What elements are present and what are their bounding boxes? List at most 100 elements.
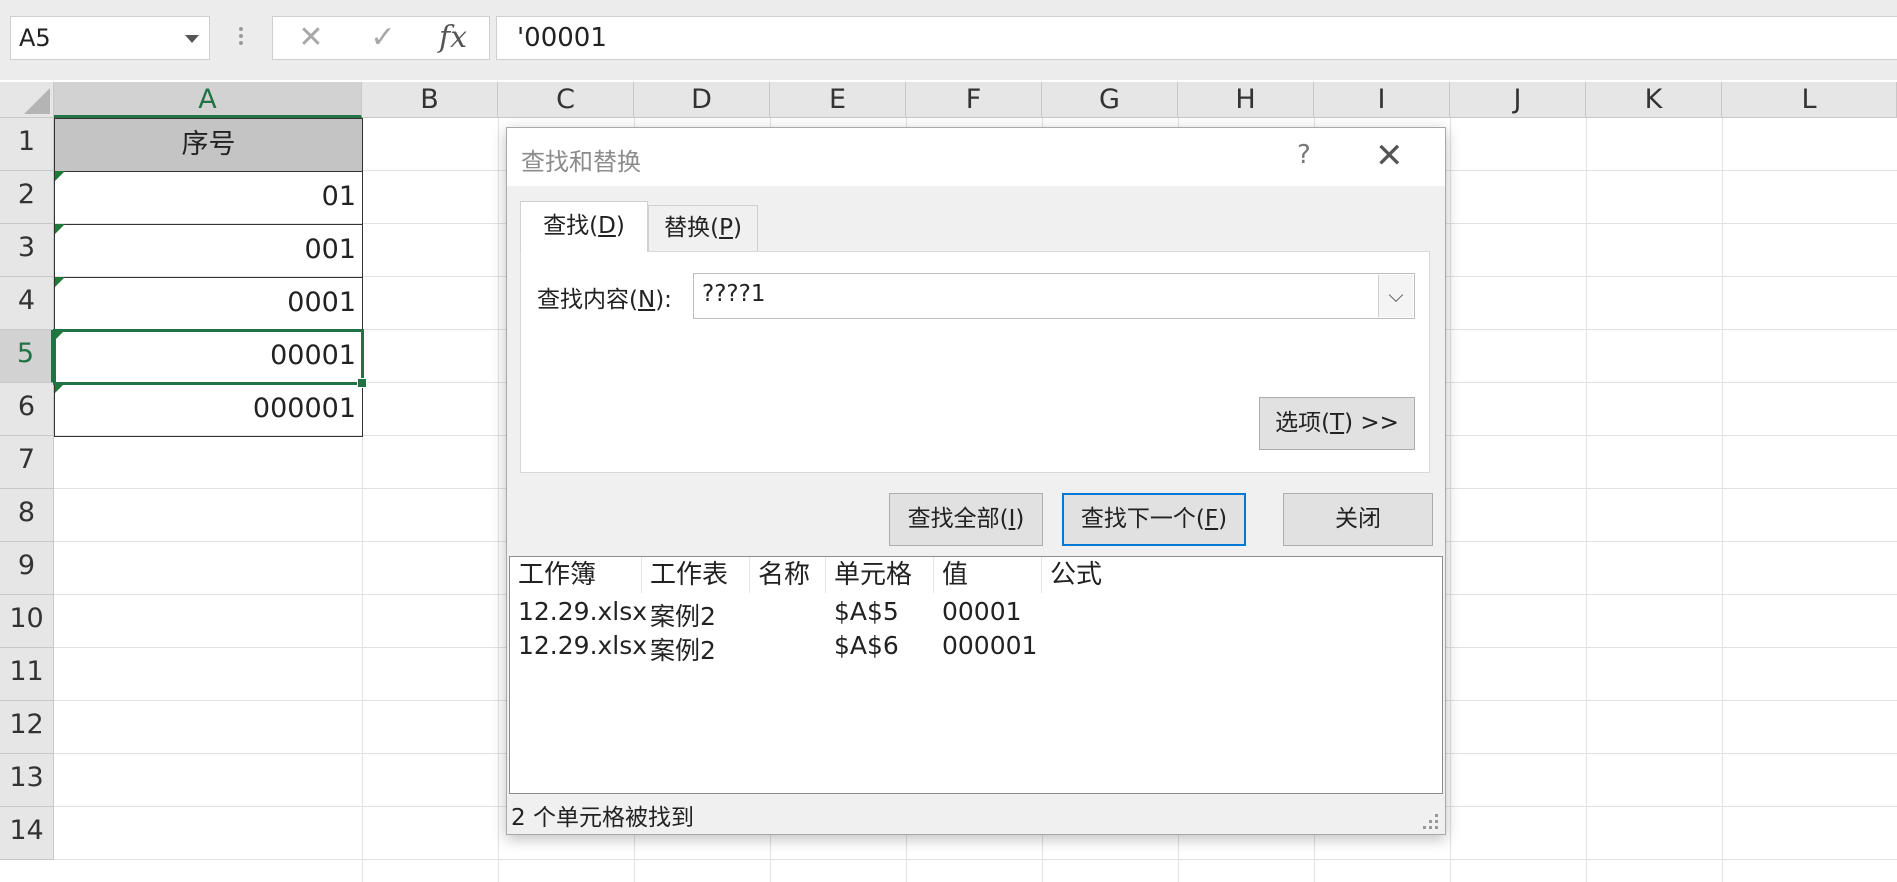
- result-workbook: 12.29.xlsx: [518, 597, 648, 626]
- find-label-key: N: [637, 287, 656, 313]
- find-label-text: 查找内容(: [537, 287, 638, 313]
- row-header-3[interactable]: 3: [0, 224, 54, 277]
- gridline: [54, 859, 1897, 860]
- find-label-suffix: ):: [655, 287, 672, 313]
- options-label: 选项(: [1275, 410, 1331, 436]
- results-header-sheet[interactable]: 工作表: [642, 557, 750, 593]
- error-indicator-icon: [55, 277, 65, 287]
- find-next-button[interactable]: 查找下一个(F): [1062, 493, 1246, 546]
- chevron-down-icon[interactable]: ⌵: [1378, 275, 1413, 317]
- formula-buttons: ✕ ✓ fx: [272, 16, 490, 60]
- results-header-workbook[interactable]: 工作簿: [510, 557, 642, 593]
- cell-a2[interactable]: 01: [54, 171, 363, 225]
- result-sheet: 案例2: [650, 636, 716, 665]
- tab-find-key: D: [598, 213, 616, 239]
- active-cell-selection[interactable]: [53, 329, 367, 388]
- row-header-14[interactable]: 14: [0, 807, 54, 860]
- gridline: [1450, 118, 1451, 882]
- gridline: [1722, 118, 1723, 882]
- column-header-d[interactable]: D: [634, 82, 770, 118]
- close-button[interactable]: 关闭: [1283, 493, 1433, 546]
- confirm-icon[interactable]: ✓: [363, 17, 403, 59]
- row-header-7[interactable]: 7: [0, 436, 54, 489]
- column-header-c[interactable]: C: [498, 82, 634, 118]
- column-header-h[interactable]: H: [1178, 82, 1314, 118]
- row-header-5[interactable]: 5: [0, 330, 54, 383]
- name-box[interactable]: A5: [10, 16, 210, 60]
- column-header-k[interactable]: K: [1586, 82, 1722, 118]
- help-icon[interactable]: ?: [1297, 140, 1311, 170]
- results-header-formula[interactable]: 公式: [1042, 557, 1162, 593]
- tab-find[interactable]: 查找(D): [520, 201, 648, 252]
- row-header-10[interactable]: 10: [0, 595, 54, 648]
- row-header-1[interactable]: 1: [0, 118, 54, 171]
- tab-find-suffix: ): [615, 213, 625, 239]
- gridline: [498, 118, 499, 882]
- find-all-button[interactable]: 查找全部(I): [889, 493, 1043, 546]
- cell-a6[interactable]: 000001: [54, 383, 363, 437]
- row-header-11[interactable]: 11: [0, 648, 54, 701]
- cell-a4[interactable]: 0001: [54, 277, 363, 331]
- cell-value: 0001: [287, 287, 356, 318]
- cell-value: 01: [321, 181, 356, 212]
- find-what-value: ????1: [702, 281, 766, 307]
- row-header-8[interactable]: 8: [0, 489, 54, 542]
- column-header-l[interactable]: L: [1722, 82, 1897, 118]
- status-text: 2 个单元格被找到: [511, 805, 694, 831]
- cell-a3[interactable]: 001: [54, 224, 363, 278]
- tab-replace-suffix: ): [732, 215, 742, 241]
- formula-input[interactable]: '00001: [496, 16, 1897, 60]
- resize-grip-icon[interactable]: [1423, 814, 1439, 830]
- tab-replace-key: P: [719, 215, 733, 241]
- result-sheet: 案例2: [650, 602, 716, 631]
- column-header-f[interactable]: F: [906, 82, 1042, 118]
- column-header-g[interactable]: G: [1042, 82, 1178, 118]
- dialog-title-bar[interactable]: 查找和替换 ? ✕: [507, 128, 1445, 186]
- results-header-name[interactable]: 名称: [750, 557, 826, 593]
- fill-handle[interactable]: [357, 378, 367, 388]
- find-replace-dialog: 查找和替换 ? ✕ 查找(D) 替换(P) 查找内容(N): ????1 ⌵ 选…: [506, 127, 1446, 835]
- results-header-cell[interactable]: 单元格: [826, 557, 934, 593]
- more-vertical-icon[interactable]: [238, 24, 244, 54]
- find-next-suffix: ): [1218, 506, 1228, 532]
- formula-bar: A5 ✕ ✓ fx '00001: [0, 0, 1897, 80]
- tab-find-label: 查找(: [543, 213, 599, 239]
- column-header-j[interactable]: J: [1450, 82, 1586, 118]
- cell-value: 001: [304, 234, 356, 265]
- find-next-key: F: [1204, 506, 1219, 532]
- result-cell: $A$5: [834, 597, 899, 626]
- select-all-icon: [24, 88, 50, 114]
- find-what-label: 查找内容(N):: [537, 280, 672, 314]
- result-workbook: 12.29.xlsx: [518, 631, 648, 660]
- column-header-e[interactable]: E: [770, 82, 906, 118]
- column-header-a[interactable]: A: [54, 82, 362, 118]
- select-all-button[interactable]: [0, 82, 54, 118]
- cell-a1[interactable]: 序号: [54, 118, 363, 172]
- column-header-b[interactable]: B: [362, 82, 498, 118]
- insert-function-icon[interactable]: fx: [433, 17, 473, 59]
- error-indicator-icon: [55, 171, 65, 181]
- row-header-12[interactable]: 12: [0, 701, 54, 754]
- options-button[interactable]: 选项(T) >>: [1259, 397, 1415, 450]
- cancel-icon[interactable]: ✕: [291, 17, 331, 59]
- error-indicator-icon: [55, 224, 65, 234]
- column-header-i[interactable]: I: [1314, 82, 1450, 118]
- results-header-value[interactable]: 值: [934, 557, 1042, 593]
- find-all-suffix: ): [1015, 506, 1025, 532]
- row-header-13[interactable]: 13: [0, 754, 54, 807]
- dialog-title: 查找和替换: [521, 148, 641, 176]
- row-header-4[interactable]: 4: [0, 277, 54, 330]
- results-list[interactable]: 工作簿 工作表 名称 单元格 值 公式 12.29.xlsx 案例2 $A$5 …: [509, 556, 1443, 794]
- chevron-down-icon[interactable]: [185, 35, 199, 43]
- find-next-label: 查找下一个(: [1080, 506, 1205, 532]
- options-suffix: ) >>: [1344, 410, 1399, 436]
- tab-replace[interactable]: 替换(P): [648, 205, 758, 252]
- find-what-input[interactable]: ????1 ⌵: [693, 273, 1415, 319]
- result-cell: $A$6: [834, 631, 899, 660]
- row-header-6[interactable]: 6: [0, 383, 54, 436]
- close-icon[interactable]: ✕: [1375, 136, 1404, 176]
- row-header-2[interactable]: 2: [0, 171, 54, 224]
- row-header-9[interactable]: 9: [0, 542, 54, 595]
- cell-value: 000001: [252, 393, 356, 424]
- gridline: [1586, 118, 1587, 882]
